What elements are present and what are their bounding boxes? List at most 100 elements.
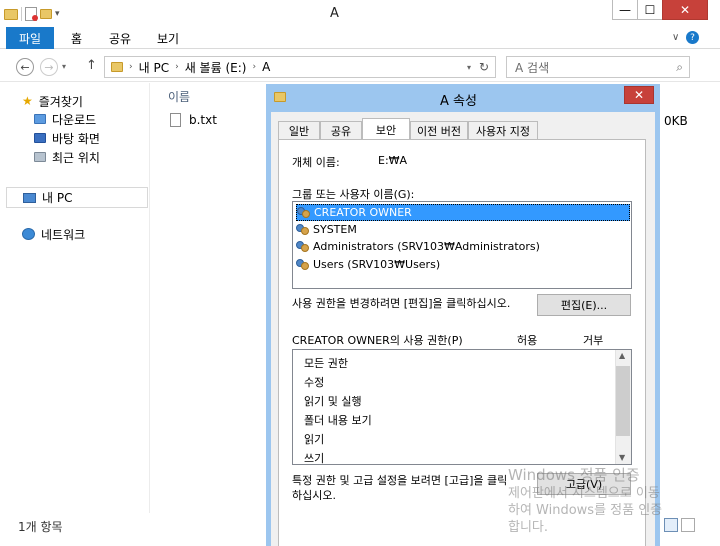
breadcrumb-volume[interactable]: 새 볼륨 (E:): [185, 59, 247, 76]
folder-icon: [274, 92, 286, 102]
activation-watermark: Windows 정품 인증 제어판에서 시스템으로 이동 하여 Windows를…: [508, 466, 708, 536]
permission-item: 모든 권한: [304, 357, 348, 370]
object-name-label: 개체 이름:: [292, 156, 340, 169]
list-item-system[interactable]: SYSTEM: [296, 221, 630, 238]
tab-file[interactable]: 파일: [6, 27, 55, 49]
scrollbar-thumb[interactable]: [616, 366, 630, 436]
ribbon-tabs: 파일 홈 공유 보기 ∨ ?: [0, 27, 720, 49]
edit-hint: 사용 권한을 변경하려면 [편집]을 클릭하십시오.: [292, 297, 511, 310]
sidebar-item-label: 내 PC: [42, 191, 73, 205]
breadcrumb-folder-a[interactable]: A: [262, 60, 270, 74]
quick-access-toolbar: ▾: [4, 4, 60, 24]
sidebar-item-label: 다운로드: [52, 112, 97, 127]
text-file-icon: [170, 113, 181, 127]
tab-security[interactable]: 보안: [362, 118, 410, 140]
new-folder-icon[interactable]: [40, 9, 52, 19]
chevron-right-icon: ›: [129, 62, 133, 72]
sidebar-item-label: 최근 위치: [52, 150, 100, 165]
user-group-icon: [296, 258, 310, 271]
tab-home[interactable]: 홈: [58, 27, 95, 49]
advanced-hint-cont: 하십시오.: [292, 489, 336, 502]
tab-sharing[interactable]: 공유: [320, 121, 362, 140]
scroll-down-icon[interactable]: ▼: [619, 453, 625, 462]
dialog-close-button[interactable]: ✕: [624, 86, 654, 104]
permissions-label: CREATOR OWNER의 사용 권한(P): [292, 334, 463, 347]
sidebar-item-label: 바탕 화면: [52, 131, 100, 146]
permission-item: 폴더 내용 보기: [304, 414, 372, 427]
groups-label: 그룹 또는 사용자 이름(G):: [292, 188, 415, 201]
group-name: Users (SRV103₩Users): [313, 258, 441, 271]
sidebar-item-downloads[interactable]: 다운로드: [34, 110, 96, 128]
list-item-administrators[interactable]: Administrators (SRV103₩Administrators): [296, 238, 630, 255]
column-header-name[interactable]: 이름: [168, 88, 190, 105]
search-icon: ⌕: [676, 59, 683, 74]
up-icon[interactable]: ↑: [86, 58, 97, 73]
navigation-bar: ← → ▾ ↑ › 내 PC › 새 볼륨 (E:) › A ▾ ↻ A 검색 …: [0, 50, 720, 82]
back-icon[interactable]: ←: [16, 58, 34, 76]
expand-ribbon-icon[interactable]: ∨: [672, 32, 679, 43]
group-name: SYSTEM: [313, 223, 357, 236]
maximize-button[interactable]: ☐: [637, 0, 663, 20]
permission-item: 쓰기: [304, 452, 325, 465]
permission-item: 읽기: [304, 433, 325, 446]
forward-icon[interactable]: →: [40, 58, 58, 76]
user-group-icon: [296, 240, 310, 253]
tab-previous-versions[interactable]: 이전 버전: [410, 121, 468, 140]
status-item-count: 1개 항목: [18, 520, 63, 534]
properties-icon[interactable]: [25, 7, 38, 21]
sidebar-item-desktop[interactable]: 바탕 화면: [34, 129, 100, 147]
close-button[interactable]: ✕: [662, 0, 708, 20]
breadcrumb-this-pc[interactable]: 내 PC: [139, 59, 169, 76]
permission-item: 읽기 및 실행: [304, 395, 362, 408]
permission-item: 수정: [304, 376, 325, 389]
help-icon[interactable]: ?: [686, 31, 699, 44]
star-icon: ★: [22, 94, 33, 108]
list-item-creator-owner[interactable]: CREATOR OWNER: [296, 204, 630, 221]
recent-places-icon: [34, 152, 46, 162]
user-group-icon: [297, 206, 311, 219]
sidebar-item-label: 네트워크: [41, 227, 86, 242]
window-title: A: [330, 6, 339, 21]
tab-view[interactable]: 보기: [144, 27, 192, 49]
group-name: Administrators (SRV103₩Administrators): [313, 240, 540, 253]
watermark-line: Windows 정품 인증: [508, 466, 640, 484]
refresh-icon[interactable]: ↻: [479, 60, 489, 74]
file-item[interactable]: b.txt: [170, 113, 217, 127]
deny-column-header: 거부: [583, 334, 604, 347]
address-bar[interactable]: › 내 PC › 새 볼륨 (E:) › A ▾ ↻: [104, 56, 496, 78]
sidebar-item-this-pc[interactable]: 내 PC: [6, 187, 148, 208]
watermark-line: 제어판에서 시스템으로 이동: [508, 486, 660, 501]
computer-icon: [23, 192, 36, 203]
user-group-icon: [296, 223, 310, 236]
file-size: 0KB: [664, 114, 688, 128]
tab-share[interactable]: 공유: [96, 27, 144, 49]
watermark-line: 하여 Windows를 정품 인증: [508, 503, 663, 518]
allow-column-header: 허용: [517, 334, 538, 347]
group-name: CREATOR OWNER: [314, 206, 412, 219]
tab-customize[interactable]: 사용자 지정: [468, 121, 538, 140]
close-icon: ✕: [633, 88, 645, 102]
watermark-line: 합니다.: [508, 520, 549, 535]
sidebar-item-network[interactable]: 네트워크: [22, 225, 85, 243]
sidebar-item-recent[interactable]: 최근 위치: [34, 148, 100, 166]
object-name-value: E:₩A: [378, 154, 408, 167]
search-placeholder: A 검색: [515, 60, 550, 75]
chevron-right-icon: ›: [175, 62, 179, 72]
dialog-title: A 속성: [440, 94, 477, 109]
advanced-hint: 특정 권한 및 고급 설정을 보려면 [고급]을 클릭: [292, 474, 508, 487]
scroll-up-icon[interactable]: ▲: [619, 351, 625, 360]
sidebar-item-favorites[interactable]: ★ 즐겨찾기: [22, 92, 83, 110]
edit-button[interactable]: 편집(E)...: [537, 294, 631, 316]
tab-general[interactable]: 일반: [278, 121, 320, 140]
list-item-users[interactable]: Users (SRV103₩Users): [296, 256, 630, 273]
folder-icon: [4, 8, 18, 20]
search-input[interactable]: A 검색 ⌕: [506, 56, 690, 78]
qat-dropdown-icon[interactable]: ▾: [55, 9, 60, 19]
network-icon: [22, 228, 35, 240]
title-bar: ▾ A — ☐ ✕: [0, 0, 720, 27]
address-dropdown-icon[interactable]: ▾: [467, 63, 471, 72]
recent-locations-icon[interactable]: ▾: [62, 62, 66, 71]
sidebar-item-label: 즐겨찾기: [38, 94, 83, 109]
folder-icon: [111, 62, 123, 72]
minimize-button[interactable]: —: [612, 0, 638, 20]
